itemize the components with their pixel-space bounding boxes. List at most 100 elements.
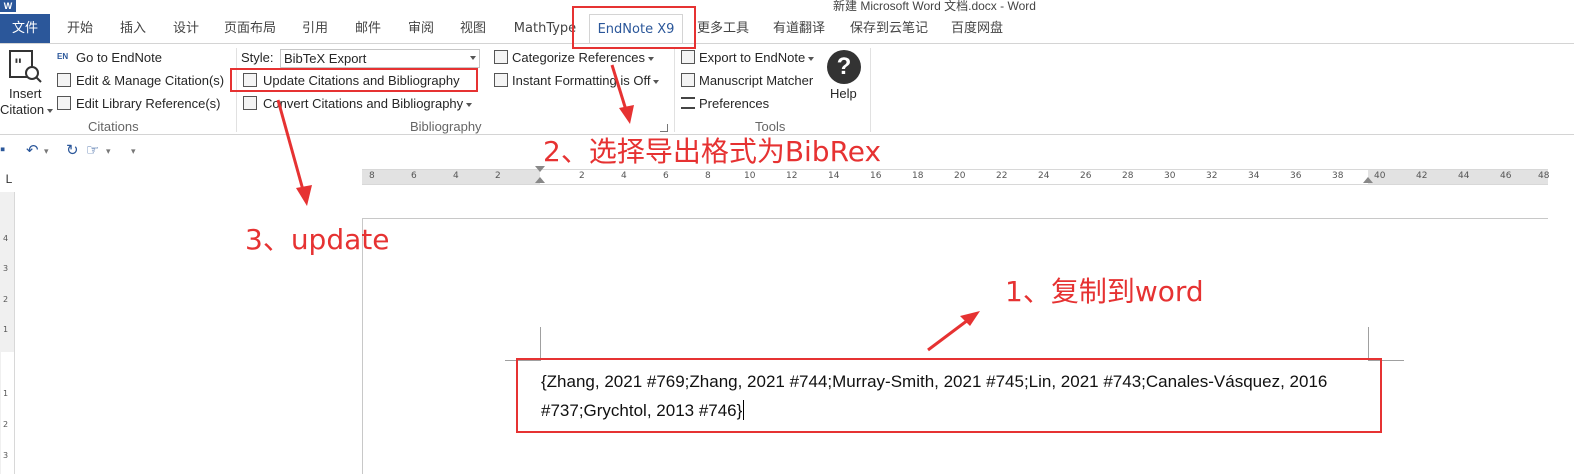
categorize-references-label: Categorize References — [512, 50, 654, 65]
undo-icon[interactable]: ↶ — [26, 141, 39, 159]
tab-view[interactable]: 视图 — [453, 14, 493, 43]
ruler-number: 24 — [1038, 171, 1050, 181]
ruler-number: 8 — [369, 171, 375, 181]
ruler-number: 14 — [828, 171, 840, 181]
instant-formatting-icon — [494, 73, 508, 87]
ruler-number: 36 — [1290, 171, 1302, 181]
tab-baidu-netdisk[interactable]: 百度网盘 — [944, 14, 1010, 43]
annotation-step-1: 1、复制到word — [1005, 275, 1204, 308]
manuscript-matcher-icon — [681, 73, 695, 87]
title-bar: W 新建 Microsoft Word 文档.docx - Word — [0, 0, 1574, 14]
ruler-number: 12 — [786, 171, 798, 181]
insert-citation-label-1: Insert — [9, 86, 42, 101]
ruler-number: 18 — [912, 171, 924, 181]
citation-text-highlight — [516, 358, 1382, 433]
help-button[interactable]: ? Help — [822, 47, 868, 107]
horizontal-ruler[interactable]: 8 6 4 2 2 4 6 8 10 12 14 16 18 20 22 24 … — [362, 166, 1550, 185]
insert-citation-label-2: Citation — [0, 102, 54, 117]
ruler-number: 48 — [1538, 171, 1550, 181]
insert-citation-button[interactable]: " Insert Citation — [0, 47, 54, 119]
hanging-indent-marker[interactable] — [535, 177, 545, 183]
preferences-button[interactable]: Preferences — [681, 95, 821, 113]
vertical-ruler[interactable]: 4 3 2 1 1 2 3 — [0, 192, 15, 474]
right-indent-marker[interactable] — [1363, 177, 1373, 183]
edit-manage-citations-button[interactable]: Edit & Manage Citation(s) — [57, 72, 232, 90]
annotation-step-2: 2、选择导出格式为BibRex — [543, 135, 882, 168]
export-to-endnote-label: Export to EndNote — [699, 50, 815, 65]
preferences-icon — [681, 97, 695, 109]
ruler-number: 8 — [705, 171, 711, 181]
ruler-number: 34 — [1248, 171, 1260, 181]
ruler-number: 46 — [1500, 171, 1512, 181]
edit-library-icon — [57, 96, 71, 110]
style-dropdown[interactable]: BibTeX Export — [280, 49, 480, 68]
update-button-highlight — [230, 68, 478, 92]
ruler-number: 2 — [579, 171, 585, 181]
redo-icon[interactable]: ↻ — [66, 141, 79, 159]
tab-design[interactable]: 设计 — [166, 14, 206, 43]
ruler-number: 2 — [495, 171, 501, 181]
annotation-step-3: 3、update — [245, 223, 390, 256]
tab-file[interactable]: 文件 — [0, 14, 50, 43]
ruler-number: 2 — [3, 420, 9, 429]
categorize-icon — [494, 50, 508, 64]
tab-references[interactable]: 引用 — [295, 14, 335, 43]
convert-citations-button[interactable]: Convert Citations and Bibliography — [243, 95, 483, 113]
ruler-number: 38 — [1332, 171, 1344, 181]
tab-selector-icon[interactable]: L — [0, 170, 18, 188]
tab-mailings[interactable]: 邮件 — [348, 14, 388, 43]
ruler-number: 3 — [3, 451, 9, 460]
tab-home[interactable]: 开始 — [60, 14, 100, 43]
endnote-tab-highlight — [572, 6, 696, 49]
categorize-references-button[interactable]: Categorize References — [494, 49, 659, 67]
tab-review[interactable]: 审阅 — [401, 14, 441, 43]
convert-citations-label: Convert Citations and Bibliography — [263, 96, 473, 111]
tab-save-to-cloud-note[interactable]: 保存到云笔记 — [844, 14, 934, 43]
instant-formatting-button[interactable]: Instant Formatting is Off — [494, 72, 669, 90]
tab-insert[interactable]: 插入 — [113, 14, 153, 43]
chevron-down-icon — [470, 56, 476, 60]
export-icon — [681, 50, 695, 64]
group-divider — [870, 48, 871, 132]
ruler-number: 4 — [453, 171, 459, 181]
manuscript-matcher-button[interactable]: Manuscript Matcher — [681, 72, 821, 90]
ruler-number: 3 — [3, 264, 9, 273]
crop-mark — [1368, 327, 1369, 360]
ruler-number: 42 — [1416, 171, 1428, 181]
group-divider — [674, 48, 675, 132]
ruler-margin-left — [362, 170, 540, 184]
style-dropdown-value: BibTeX Export — [284, 51, 367, 66]
undo-dropdown-chevron-icon[interactable]: ▾ — [44, 146, 49, 157]
export-to-endnote-button[interactable]: Export to EndNote — [681, 49, 821, 67]
convert-citations-icon — [243, 96, 257, 110]
edit-library-reference-label: Edit Library Reference(s) — [76, 96, 221, 111]
ruler-number: 2 — [3, 295, 9, 304]
ruler-number: 28 — [1122, 171, 1134, 181]
crop-mark — [540, 327, 541, 360]
save-icon[interactable]: ▪ — [0, 141, 5, 158]
tab-youdao-translate[interactable]: 有道翻译 — [766, 14, 832, 43]
ruler-number: 30 — [1164, 171, 1176, 181]
ruler-number: 6 — [411, 171, 417, 181]
ruler-number: 26 — [1080, 171, 1092, 181]
help-label: Help — [830, 86, 857, 101]
ruler-number: 4 — [3, 234, 9, 243]
customize-toolbar-icon[interactable]: ▾ — [131, 146, 136, 157]
ruler-number: 6 — [663, 171, 669, 181]
chevron-down-icon — [653, 79, 660, 84]
edit-library-reference-button[interactable]: Edit Library Reference(s) — [57, 95, 232, 113]
tab-page-layout[interactable]: 页面布局 — [220, 14, 280, 43]
touch-dropdown-chevron-icon[interactable]: ▾ — [106, 146, 111, 157]
preferences-label: Preferences — [699, 96, 770, 111]
insert-citation-icon: " — [9, 50, 42, 83]
citations-group-label: Citations — [88, 119, 139, 134]
touch-mode-icon[interactable]: ☞ — [86, 141, 99, 159]
chevron-down-icon — [466, 102, 473, 107]
chevron-down-icon — [47, 108, 54, 113]
tab-more-tools[interactable]: 更多工具 — [690, 14, 756, 43]
ruler-number: 1 — [3, 389, 9, 398]
manuscript-matcher-label: Manuscript Matcher — [699, 73, 814, 88]
go-to-endnote-button[interactable]: EN Go to EndNote — [57, 49, 177, 67]
ruler-number: 44 — [1458, 171, 1470, 181]
ruler-number: 40 — [1374, 171, 1386, 181]
